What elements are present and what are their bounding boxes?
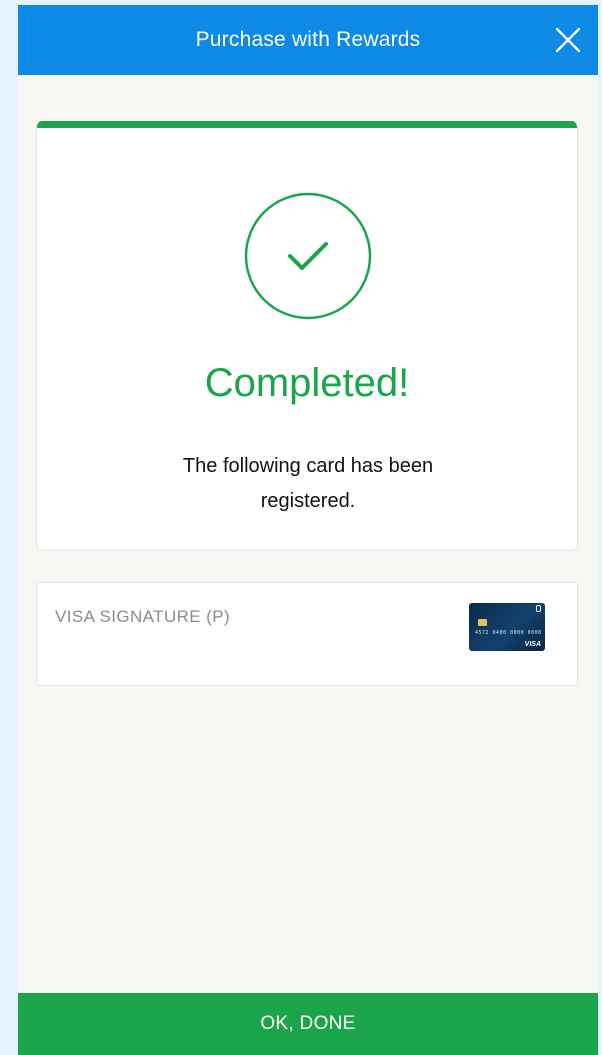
card-chip-icon [478,619,487,626]
close-icon [555,27,581,53]
ok-done-label: OK, DONE [260,1013,356,1034]
completed-message: The following card has been registered. [182,455,434,512]
completed-heading: Completed! [204,361,410,405]
page-title: Purchase with Rewards [195,28,421,51]
header-bar: Purchase with Rewards [18,5,598,75]
card-image-number: 4572 0400 0000 0000 [475,630,542,636]
close-button[interactable] [550,22,586,58]
status-accent-bar [37,121,577,128]
purchase-with-rewards-screen: Purchase with Rewards Completed! The fol… [18,5,598,1055]
card-name-label: VISA SIGNATURE (P) [55,607,231,626]
card-image-brand: VISA [524,641,541,648]
bank-logo-icon [536,605,541,612]
checkmark-circle-icon [244,192,372,320]
credit-card-icon: 4572 0400 0000 0000 VISA [469,603,545,651]
ok-done-button[interactable]: OK, DONE [18,993,598,1055]
completion-card: Completed! The following card has been r… [36,121,578,551]
registered-card-item: VISA SIGNATURE (P) 4572 0400 0000 0000 V… [36,582,578,686]
